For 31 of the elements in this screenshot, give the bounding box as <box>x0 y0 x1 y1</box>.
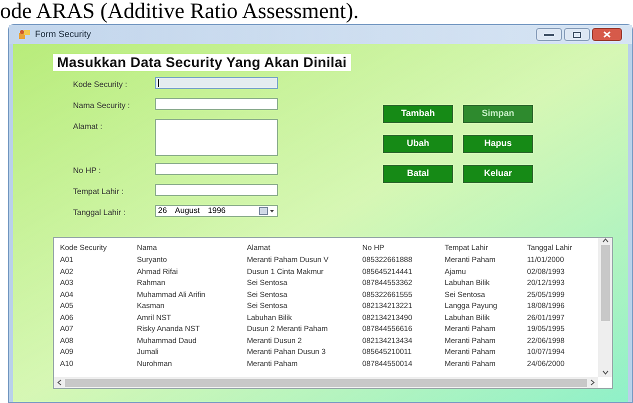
scroll-right-icon[interactable] <box>590 379 595 386</box>
action-button[interactable]: Ubah <box>383 135 453 153</box>
action-button[interactable]: Batal <box>383 165 453 183</box>
field-label: Tanggal Lahir : <box>73 207 126 219</box>
minimize-button[interactable] <box>536 28 562 41</box>
field-label: Nama Security : <box>73 100 131 112</box>
action-button[interactable]: Keluar <box>463 165 533 183</box>
field-label: Tempat Lahir : <box>73 186 125 198</box>
input-field[interactable] <box>155 98 278 110</box>
document-text: ode ARAS (Additive Ratio Assessment). <box>0 0 360 24</box>
calendar-icon[interactable] <box>259 207 275 215</box>
close-icon <box>603 31 611 38</box>
scroll-left-icon[interactable] <box>57 379 62 386</box>
close-button[interactable] <box>592 28 622 41</box>
input-field[interactable] <box>155 184 278 196</box>
input-field[interactable] <box>155 163 278 175</box>
field-label: No HP : <box>73 165 102 177</box>
scroll-up-icon[interactable] <box>602 238 608 243</box>
input-field[interactable] <box>155 77 278 89</box>
action-button[interactable]: Tambah <box>383 105 453 123</box>
field-label: Alamat : <box>73 121 104 133</box>
form-heading: Masukkan Data Security Yang Akan Dinilai <box>53 54 351 71</box>
vertical-scrollbar[interactable] <box>598 238 612 377</box>
scroll-down-icon[interactable] <box>602 370 608 375</box>
maximize-button[interactable] <box>564 28 590 41</box>
field-label: Kode Security : <box>73 79 128 91</box>
horizontal-scrollbar[interactable] <box>54 377 598 388</box>
action-button[interactable]: Hapus <box>463 135 533 153</box>
app-icon <box>19 29 31 40</box>
window-title: Form Security <box>35 28 92 41</box>
date-picker[interactable]: 26 August 1996 <box>155 205 278 217</box>
